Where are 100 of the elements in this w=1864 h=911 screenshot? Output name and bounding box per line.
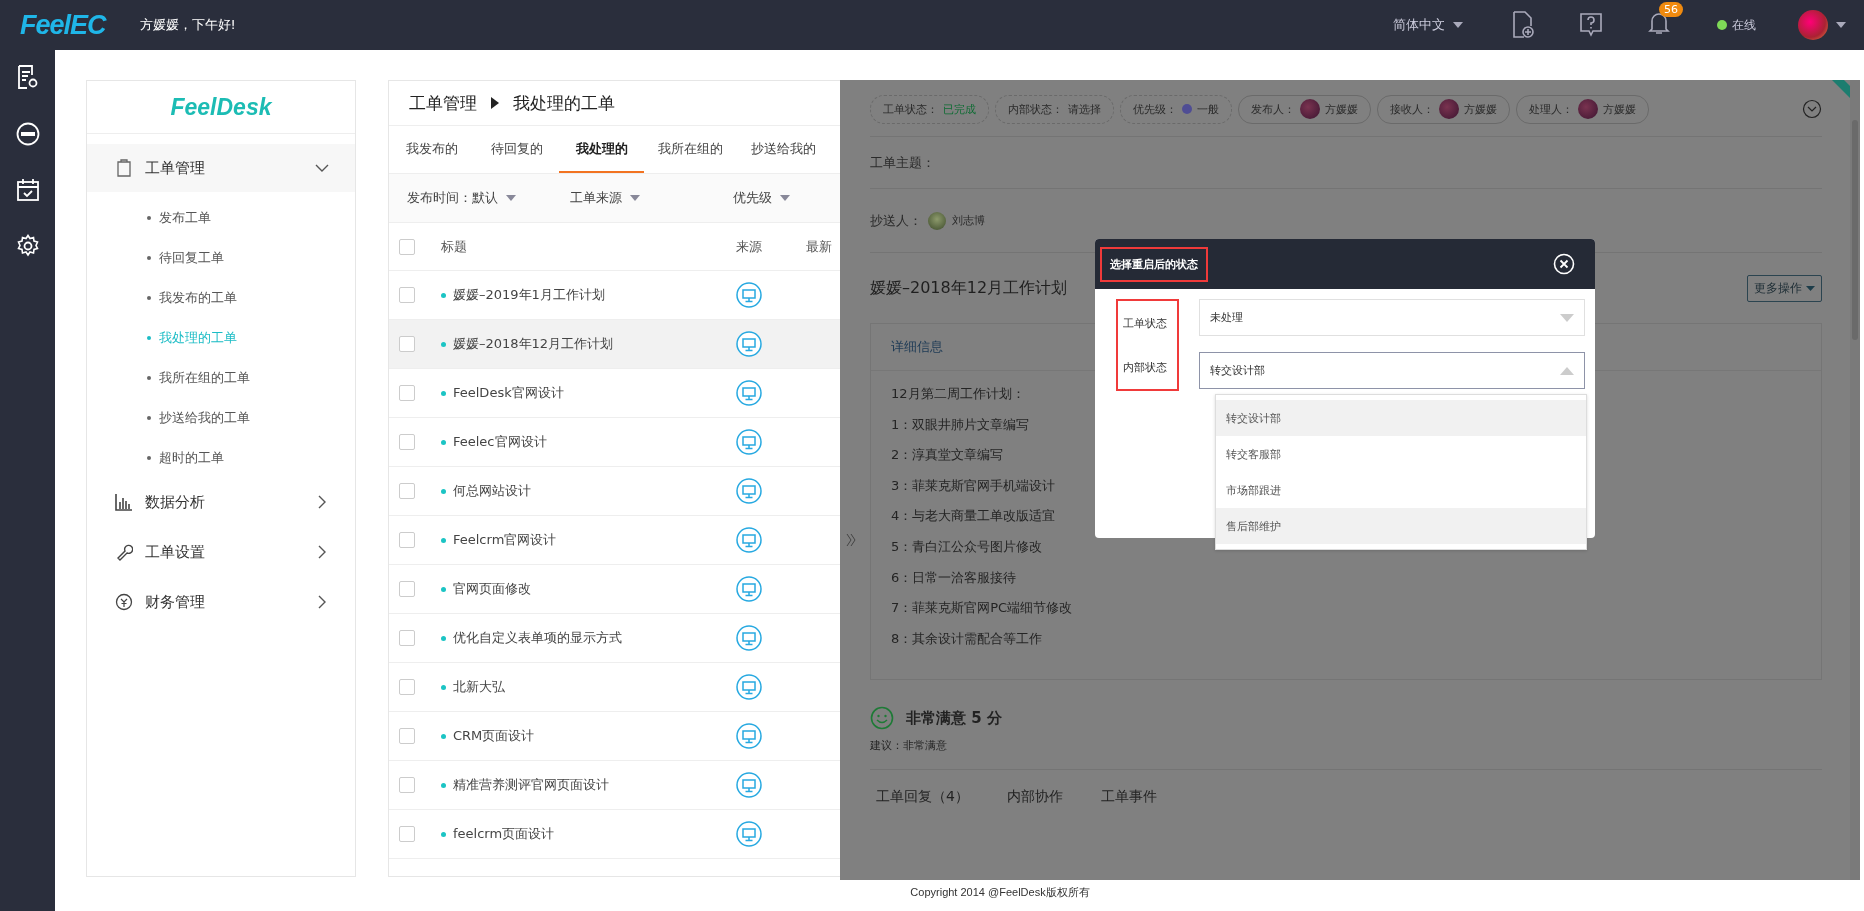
filter-dropdown[interactable]: 工单来源 <box>570 189 733 207</box>
settings-icon[interactable] <box>15 234 40 258</box>
avatar <box>1300 99 1320 119</box>
close-icon[interactable] <box>1553 253 1575 275</box>
row-checkbox[interactable] <box>399 434 415 450</box>
app-logo: FeelEC <box>20 9 106 41</box>
double-chevron-icon[interactable] <box>846 533 856 547</box>
menu-item[interactable]: 我所在组的工单 <box>87 358 355 398</box>
caret-icon <box>630 195 640 201</box>
monitor-icon <box>736 772 762 798</box>
more-actions-button[interactable]: 更多操作 <box>1747 274 1822 302</box>
menu-group[interactable]: 数据分析 <box>87 478 355 526</box>
language-dropdown[interactable]: 简体中文 <box>1393 16 1463 34</box>
details-line: 3：菲莱克斯官网手机端设计 <box>891 476 1056 495</box>
row-checkbox[interactable] <box>399 336 415 352</box>
menu-group[interactable]: 工单管理 <box>87 144 355 192</box>
collapse-icon[interactable] <box>1802 99 1822 119</box>
column-header: 来源 <box>736 237 762 256</box>
ticket-title[interactable]: 媛媛–2019年1月工作计划 <box>453 286 605 304</box>
breadcrumb-item[interactable]: 工单管理 <box>409 91 477 115</box>
row-checkbox[interactable] <box>399 679 415 695</box>
smiley-icon <box>870 706 894 730</box>
menu-item[interactable]: 待回复工单 <box>87 238 355 278</box>
cc-person: 刘志博 <box>952 213 985 228</box>
select-field[interactable]: 转交设计部 <box>1199 352 1585 389</box>
document-gear-icon[interactable] <box>15 64 40 90</box>
ticket-title[interactable]: Feelcrm官网设计 <box>453 531 557 549</box>
caret-icon <box>780 195 790 201</box>
menu-item[interactable]: 发布工单 <box>87 198 355 238</box>
monitor-icon <box>736 478 762 504</box>
ticket-heading: 媛媛–2018年12月工作计划 <box>870 277 1068 299</box>
row-checkbox[interactable] <box>399 777 415 793</box>
row-checkbox[interactable] <box>399 287 415 303</box>
info-tag: 接收人： 方媛媛 <box>1377 94 1510 124</box>
ticket-title[interactable]: 媛媛–2018年12月工作计划 <box>453 335 614 353</box>
select-all-checkbox[interactable] <box>399 238 415 255</box>
row-checkbox[interactable] <box>399 532 415 548</box>
subject-label: 工单主题： <box>870 153 935 172</box>
row-checkbox[interactable] <box>399 728 415 744</box>
help-icon[interactable] <box>1579 12 1603 38</box>
row-checkbox[interactable] <box>399 385 415 401</box>
ticket-title[interactable]: feelcrm页面设计 <box>453 825 555 843</box>
tab[interactable]: 内部协作 <box>1006 788 1063 806</box>
ticket-title[interactable]: 北新大弘 <box>453 678 505 696</box>
ticket-title[interactable]: FeelDesk官网设计 <box>453 384 564 402</box>
row-checkbox[interactable] <box>399 826 415 842</box>
avatar <box>1578 99 1598 119</box>
ticket-title[interactable]: CRM页面设计 <box>453 727 535 745</box>
status-label: 在线 <box>1732 16 1756 34</box>
product-logo: FeelDesk <box>170 93 272 121</box>
details-line: 8：其余设计需配合等工作 <box>891 629 1043 648</box>
filter-dropdown[interactable]: 发布时间：默认 <box>407 189 570 207</box>
dropdown-option[interactable]: 转交客服部 <box>1216 436 1586 472</box>
ticket-title[interactable]: 官网页面修改 <box>453 580 531 598</box>
ticket-title[interactable]: 何总网站设计 <box>453 482 531 500</box>
details-line: 2：淳真堂文章编写 <box>891 446 1004 465</box>
column-header: 标题 <box>441 237 468 256</box>
monitor-icon <box>736 625 762 651</box>
select-field[interactable]: 未处理 <box>1199 299 1585 336</box>
caret-icon <box>506 195 516 201</box>
tab[interactable]: 我发布的 <box>389 126 474 173</box>
dialog-title: 选择重启后的状态 <box>1100 246 1208 282</box>
avatar <box>1439 99 1459 119</box>
tab[interactable]: 抄送给我的 <box>737 126 830 173</box>
calendar-icon[interactable] <box>15 178 40 202</box>
dropdown-option[interactable]: 市场部跟进 <box>1216 472 1586 508</box>
caret-icon[interactable] <box>1836 22 1846 28</box>
monitor-icon <box>736 674 762 700</box>
info-tag: 发布人： 方媛媛 <box>1238 94 1371 124</box>
bar-chart-icon <box>115 493 133 511</box>
row-checkbox[interactable] <box>399 630 415 646</box>
menu-item[interactable]: 我发布的工单 <box>87 278 355 318</box>
row-checkbox[interactable] <box>399 581 415 597</box>
tab[interactable]: 工单回复（4） <box>876 788 969 806</box>
ticket-title[interactable]: Feelec官网设计 <box>453 433 547 451</box>
row-checkbox[interactable] <box>399 483 415 499</box>
monitor-icon <box>736 282 762 308</box>
dropdown-option[interactable]: 转交设计部 <box>1216 400 1586 436</box>
menu-item[interactable]: 抄送给我的工单 <box>87 398 355 438</box>
new-document-icon[interactable] <box>1511 11 1535 39</box>
caret-icon <box>1560 313 1574 322</box>
cc-label: 抄送人： <box>870 211 922 230</box>
notification-badge: 56 <box>1659 2 1683 17</box>
details-line: 1：双眼井肺片文章编写 <box>891 415 1030 434</box>
user-avatar[interactable] <box>1798 10 1828 40</box>
ticket-title[interactable]: 精准营养测评官网页面设计 <box>453 776 609 794</box>
monitor-icon <box>736 723 762 749</box>
caret-icon <box>1560 366 1574 375</box>
tab[interactable]: 待回复的 <box>474 126 559 173</box>
tab[interactable]: 我所在组的 <box>644 126 737 173</box>
clipboard-icon <box>115 159 133 177</box>
monitor-icon <box>736 821 762 847</box>
menu-group[interactable]: 财务管理 <box>87 578 355 626</box>
ticket-title[interactable]: 优化自定义表单项的显示方式 <box>453 629 622 647</box>
menu-item[interactable]: 超时的工单 <box>87 438 355 478</box>
caret-icon <box>1453 22 1463 28</box>
dropdown-option[interactable]: 售后部维护 <box>1216 508 1586 544</box>
greeting-text: 方媛媛，下午好! <box>139 16 236 34</box>
menu-group[interactable]: 工单设置 <box>87 528 355 576</box>
details-line: 12月第二周工作计划： <box>891 385 1025 403</box>
